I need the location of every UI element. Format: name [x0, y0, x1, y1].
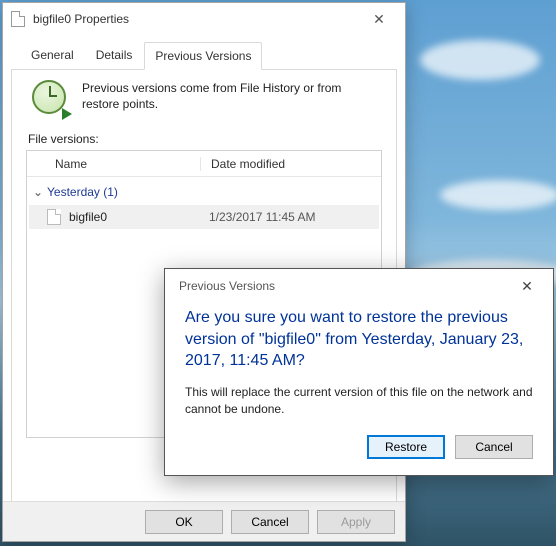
- restore-button[interactable]: Restore: [367, 435, 445, 459]
- file-name: bigfile0: [69, 210, 209, 224]
- cloud-deco: [440, 180, 556, 210]
- ok-button[interactable]: OK: [145, 510, 223, 534]
- group-yesterday[interactable]: ⌄ Yesterday (1): [27, 177, 381, 203]
- history-icon: [32, 80, 70, 118]
- dialog-cancel-button[interactable]: Cancel: [455, 435, 533, 459]
- file-icon: [11, 11, 25, 27]
- dialog-titlebar[interactable]: Previous Versions ✕: [165, 269, 553, 303]
- dialog-sub-text: This will replace the current version of…: [185, 384, 533, 418]
- intro-text: Previous versions come from File History…: [82, 80, 382, 112]
- apply-button: Apply: [317, 510, 395, 534]
- column-date-modified[interactable]: Date modified: [201, 157, 381, 171]
- group-label: Yesterday (1): [47, 185, 118, 199]
- cloud-deco: [420, 40, 540, 80]
- column-name[interactable]: Name: [45, 157, 201, 171]
- tab-strip: General Details Previous Versions: [11, 35, 397, 70]
- tab-previous-versions[interactable]: Previous Versions: [144, 42, 262, 70]
- titlebar[interactable]: bigfile0 Properties ✕: [3, 3, 405, 35]
- file-versions-label: File versions:: [28, 132, 382, 146]
- close-icon[interactable]: ✕: [357, 5, 401, 33]
- confirm-restore-dialog: Previous Versions ✕ Are you sure you wan…: [164, 268, 554, 476]
- button-bar: OK Cancel Apply: [3, 501, 405, 541]
- list-header: Name Date modified: [27, 151, 381, 177]
- file-date: 1/23/2017 11:45 AM: [209, 210, 316, 224]
- chevron-down-icon: ⌄: [33, 185, 43, 199]
- file-icon: [47, 209, 61, 225]
- window-title: bigfile0 Properties: [33, 12, 357, 26]
- tab-details[interactable]: Details: [86, 42, 143, 70]
- close-icon[interactable]: ✕: [507, 273, 547, 299]
- cancel-button[interactable]: Cancel: [231, 510, 309, 534]
- list-item[interactable]: bigfile0 1/23/2017 11:45 AM: [29, 205, 379, 229]
- dialog-main-text: Are you sure you want to restore the pre…: [185, 307, 533, 372]
- tab-general[interactable]: General: [21, 42, 84, 70]
- dialog-title: Previous Versions: [179, 279, 275, 293]
